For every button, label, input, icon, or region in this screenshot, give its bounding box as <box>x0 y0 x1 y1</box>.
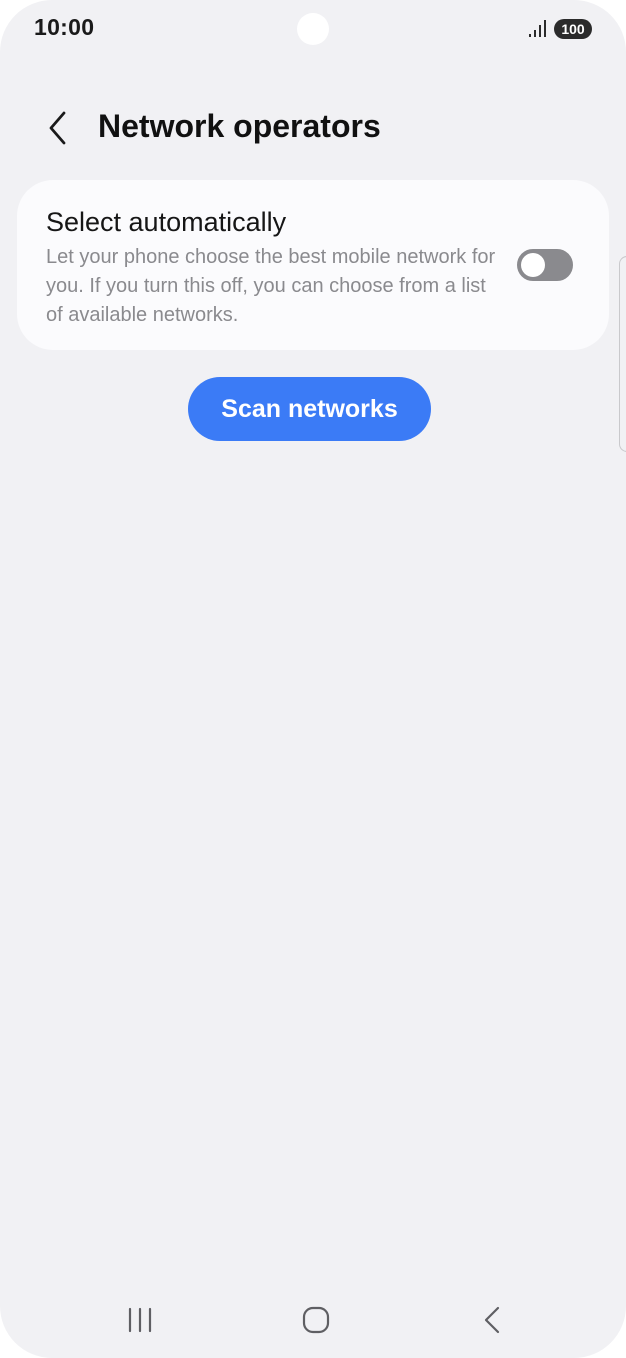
home-button[interactable] <box>286 1300 346 1340</box>
back-button[interactable] <box>36 102 80 154</box>
page-title: Network operators <box>98 108 381 144</box>
status-time: 10:00 <box>34 14 95 40</box>
camera-cutout <box>297 13 329 45</box>
home-rounded-square-icon <box>302 1306 330 1334</box>
chevron-left-icon <box>49 111 66 145</box>
scan-networks-button[interactable]: Scan networks <box>188 377 431 441</box>
back-chevron-icon <box>484 1306 500 1334</box>
page-header: Network operators <box>0 90 626 166</box>
edge-panel-handle[interactable] <box>619 256 626 452</box>
toggle-knob <box>521 253 545 277</box>
recents-lines-icon <box>128 1307 152 1333</box>
select-automatically-card[interactable]: Select automatically Let your phone choo… <box>17 180 609 350</box>
navigation-bar <box>0 1286 626 1354</box>
select-automatically-toggle[interactable] <box>517 249 573 281</box>
signal-bars-icon <box>529 20 546 37</box>
recents-button[interactable] <box>110 1300 170 1340</box>
setting-title: Select automatically <box>46 207 287 237</box>
battery-level: 100 <box>554 19 592 39</box>
status-bar: 10:00 100 <box>0 0 626 60</box>
nav-back-button[interactable] <box>462 1300 522 1340</box>
phone-screen: 10:00 100 Network operators Select autom… <box>0 0 626 1358</box>
setting-description: Let your phone choose the best mobile ne… <box>46 246 496 326</box>
